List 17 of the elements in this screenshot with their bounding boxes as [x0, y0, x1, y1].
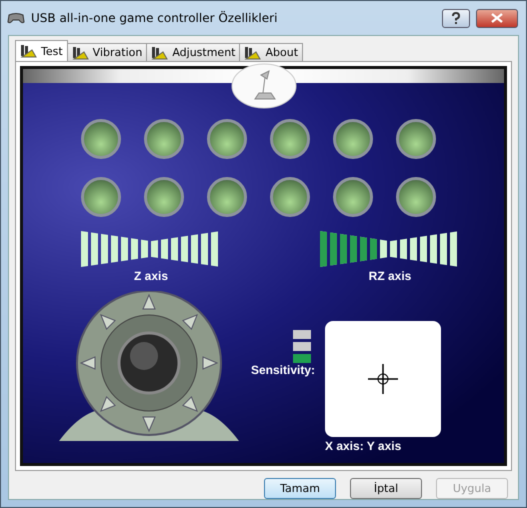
- sensitivity-label: Sensitivity:: [250, 363, 315, 377]
- xy-axis-label: X axis: Y axis: [325, 439, 402, 453]
- window-title: USB all-in-one game controller Özellikleri: [31, 11, 278, 25]
- close-icon: [491, 13, 503, 23]
- tab[interactable]: Test: [15, 40, 68, 61]
- dialog-button[interactable]: Tamam: [264, 478, 336, 499]
- dialog-button[interactable]: İptal: [350, 478, 422, 499]
- tab[interactable]: About: [239, 43, 304, 61]
- help-icon: [451, 12, 461, 24]
- axis-label: Z axis: [134, 269, 168, 283]
- help-button[interactable]: [442, 8, 470, 28]
- tab[interactable]: Vibration: [66, 43, 148, 61]
- tab[interactable]: Adjustment: [146, 43, 240, 61]
- axis-label: RZ axis: [368, 269, 412, 283]
- gamepad-icon: [7, 12, 25, 24]
- close-button[interactable]: [476, 8, 518, 28]
- crosshair-icon: [367, 363, 399, 395]
